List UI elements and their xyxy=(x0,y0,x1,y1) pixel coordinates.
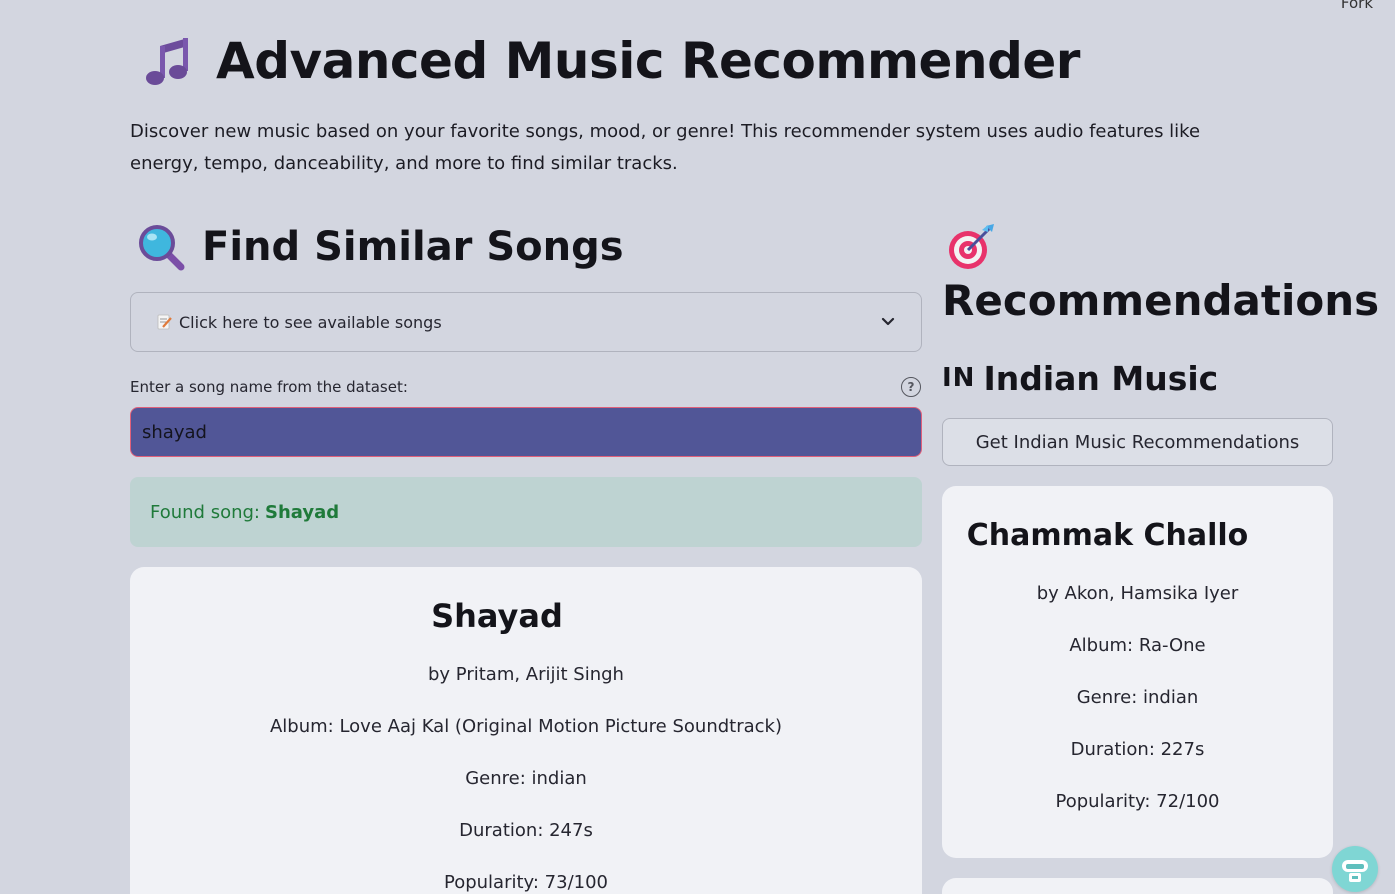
intro-text: Discover new music based on your favorit… xyxy=(130,121,1201,174)
rec-card-duration: Duration: 227s xyxy=(1070,739,1205,760)
available-songs-expander[interactable]: Click here to see available songs xyxy=(130,292,922,352)
song-card-duration: Duration: 247s xyxy=(459,820,593,841)
app-page: Fork Advanced Music Recommender Discover… xyxy=(0,0,1395,894)
found-song-name: Shayad xyxy=(264,501,340,523)
get-indian-recommendations-button[interactable]: Get Indian Music Recommendations xyxy=(942,418,1333,466)
rec-card-title: Chammak Challo xyxy=(966,518,1249,553)
find-similar-title: Find Similar Songs xyxy=(202,224,624,270)
rec-card-genre: Genre: indian xyxy=(1076,687,1199,708)
song-input-label-row: Enter a song name from the dataset: ? xyxy=(130,377,922,397)
indian-music-heading: IN Indian Music xyxy=(942,358,1218,398)
assistant-icon xyxy=(1342,860,1368,882)
song-card-genre: Genre: indian xyxy=(465,768,587,789)
musical-notes-icon xyxy=(146,38,188,85)
help-icon[interactable]: ? xyxy=(901,377,921,397)
find-similar-heading: Find Similar Songs xyxy=(136,220,624,274)
song-card-album: Album: Love Aaj Kal (Original Motion Pic… xyxy=(269,716,782,737)
direct-hit-icon xyxy=(949,224,994,269)
india-flag-icon: IN xyxy=(942,363,976,393)
found-song-prefix: Found song: xyxy=(150,501,260,523)
found-song-alert: Found song: Shayad xyxy=(130,477,922,547)
song-search-input[interactable] xyxy=(130,407,922,457)
selected-song-card: Shayad by Pritam, Arijit Singh Album: Lo… xyxy=(130,567,922,894)
next-recommendation-card xyxy=(942,878,1333,894)
song-input-label: Enter a song name from the dataset: xyxy=(130,378,408,396)
indian-music-title: Indian Music xyxy=(983,358,1219,398)
song-card-popularity: Popularity: 73/100 xyxy=(443,872,608,893)
page-title: Advanced Music Recommender xyxy=(216,32,1080,90)
song-card-title: Shayad xyxy=(431,597,563,635)
fork-link[interactable]: Fork xyxy=(1341,0,1373,12)
assistant-button[interactable] xyxy=(1332,846,1378,892)
magnifier-icon xyxy=(139,225,185,271)
app-title: Advanced Music Recommender xyxy=(138,30,1080,92)
rec-card-album: Album: Ra-One xyxy=(1069,635,1206,656)
chevron-down-icon[interactable] xyxy=(879,313,897,331)
expander-label-group: Click here to see available songs xyxy=(155,313,442,332)
rec-card-artists: by Akon, Hamsika Iyer xyxy=(1036,583,1239,604)
expander-label: Click here to see available songs xyxy=(179,312,442,332)
song-card-artists: by Pritam, Arijit Singh xyxy=(428,664,624,685)
recommendations-title: Recommendations xyxy=(942,276,1380,325)
rec-card-popularity: Popularity: 72/100 xyxy=(1055,791,1220,812)
memo-icon xyxy=(157,314,172,330)
recommendation-card: Chammak Challo by Akon, Hamsika Iyer Alb… xyxy=(942,486,1333,858)
